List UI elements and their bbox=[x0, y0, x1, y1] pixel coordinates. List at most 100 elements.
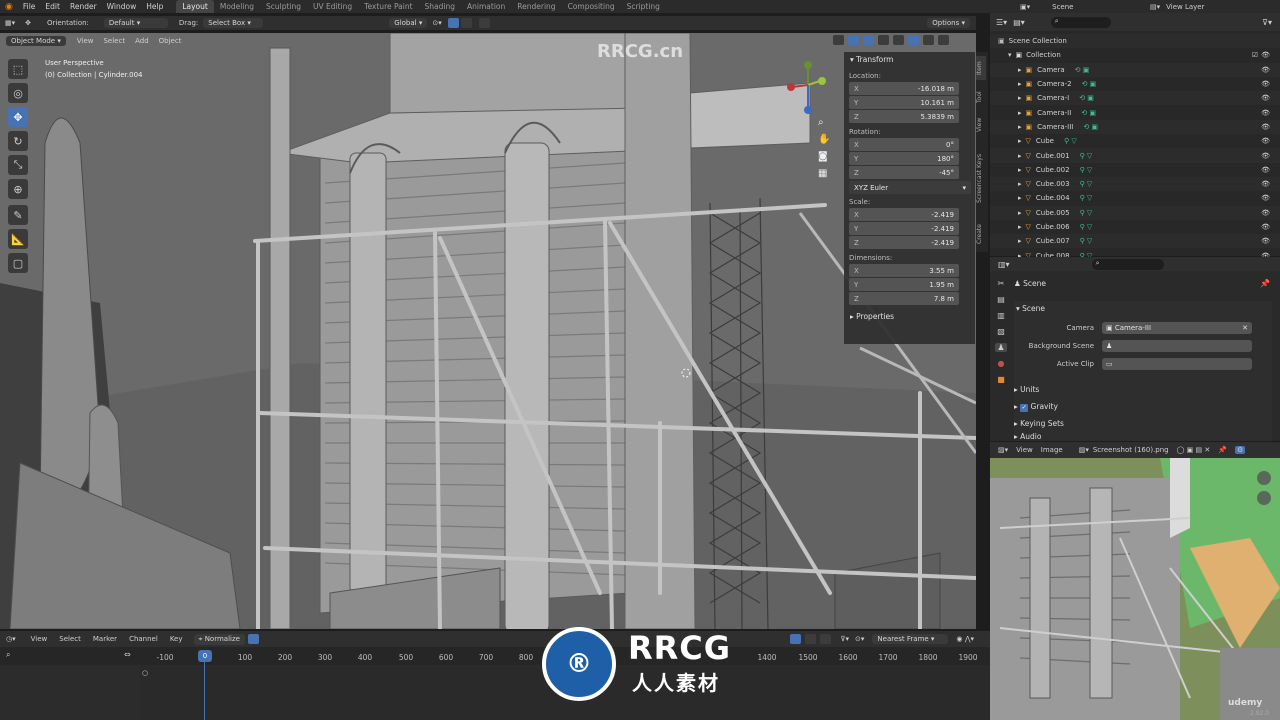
pin-icon[interactable]: 📌 bbox=[1218, 446, 1227, 454]
editor-type-icon[interactable]: ▦▾ bbox=[0, 18, 20, 28]
tab-compositing[interactable]: Compositing bbox=[562, 0, 621, 13]
current-frame-indicator[interactable]: 0 bbox=[198, 650, 212, 662]
timeline-menu-select[interactable]: Select bbox=[54, 634, 86, 644]
outliner-item[interactable]: ▸ ▽ Cube.005 ⚲ ▽ 👁 bbox=[990, 205, 1280, 220]
eye-icon[interactable]: 👁 bbox=[1261, 66, 1270, 74]
rotate-icon[interactable]: ↻ bbox=[8, 131, 28, 151]
menu-file[interactable]: File bbox=[18, 2, 41, 11]
camera-field[interactable]: ▣ Camera-III ✕ bbox=[1102, 322, 1252, 334]
gravity-checkbox[interactable]: ✓ bbox=[1020, 404, 1029, 412]
properties-search-field[interactable]: ⌕ bbox=[1091, 258, 1164, 270]
tab-scripting[interactable]: Scripting bbox=[621, 0, 666, 13]
tab-modeling[interactable]: Modeling bbox=[214, 0, 260, 13]
eye-icon[interactable]: 👁 bbox=[1261, 80, 1270, 88]
summary-keyframe-icon[interactable]: ○ bbox=[142, 669, 148, 677]
options-dropdown[interactable]: Options ▾ bbox=[927, 18, 970, 28]
view-layer-tab-icon[interactable]: ▧ bbox=[997, 327, 1005, 336]
snap-icon[interactable]: ⊙▾ bbox=[855, 635, 864, 643]
menu-window[interactable]: Window bbox=[102, 2, 142, 11]
cursor-icon[interactable]: ◎ bbox=[8, 83, 28, 103]
dimensions-x-field[interactable]: X 3.55 m bbox=[849, 264, 959, 277]
tab-sculpting[interactable]: Sculpting bbox=[260, 0, 307, 13]
outliner-item[interactable]: ▸ ▣ Camera-III ⟲ ▣ 👁 bbox=[990, 119, 1280, 135]
outliner-item[interactable]: ▸ ▽ Cube.007 ⚲ ▽ 👁 bbox=[990, 234, 1280, 249]
filter-icon[interactable]: ⊽▾ bbox=[1262, 18, 1272, 27]
measure-icon[interactable]: 📐 bbox=[8, 229, 28, 249]
properties-editor-icon[interactable]: ▥▾ bbox=[998, 260, 1010, 269]
outliner-search-field[interactable]: ⌕ bbox=[1050, 16, 1111, 28]
outliner-item[interactable]: ▸ ▽ Cube.006 ⚲ ▽ 👁 bbox=[990, 220, 1280, 234]
timeline-menu-marker[interactable]: Marker bbox=[88, 634, 122, 644]
expand-arrow-icon[interactable]: ▸ bbox=[1018, 123, 1022, 131]
rotation-z-field[interactable]: Z -45° bbox=[849, 166, 959, 179]
filter-icon[interactable]: ⊽▾ bbox=[840, 635, 849, 643]
tab-item[interactable]: Item bbox=[976, 56, 986, 80]
audio-section-header[interactable]: ▸ Audio bbox=[1014, 432, 1064, 440]
output-tab-icon[interactable]: ▥ bbox=[997, 311, 1005, 320]
scale-y-field[interactable]: Y -2.419 bbox=[849, 222, 959, 235]
object-tab-icon[interactable]: ■ bbox=[997, 375, 1005, 384]
rotation-x-field[interactable]: X 0° bbox=[849, 138, 959, 151]
outliner-item[interactable]: ▸ ▽ Cube.004 ⚲ ▽ 👁 bbox=[990, 191, 1280, 205]
select-box-icon[interactable]: ⬚ bbox=[8, 59, 28, 79]
eye-icon[interactable]: 👁 bbox=[1261, 166, 1270, 174]
world-tab-icon[interactable]: ● bbox=[998, 359, 1005, 368]
tab-layout[interactable]: Layout bbox=[176, 0, 214, 13]
units-section-header[interactable]: ▸ Units bbox=[1014, 381, 1064, 398]
pin-icon[interactable]: 📌 bbox=[1260, 279, 1270, 288]
active-clip-field[interactable]: ▭ bbox=[1102, 358, 1252, 370]
expand-arrow-icon[interactable]: ▸ bbox=[1018, 180, 1022, 188]
pan-hand-icon[interactable]: ✋ bbox=[818, 134, 830, 145]
object-mode-dropdown[interactable]: Object Mode ▾ bbox=[6, 36, 66, 46]
rendered-shading-icon[interactable] bbox=[938, 35, 949, 45]
view-layer-selector[interactable]: ▤▾ View Layer bbox=[1150, 0, 1205, 13]
transform-space-dropdown[interactable]: Global ▾ bbox=[389, 18, 428, 28]
browse-image-icon[interactable]: ▨▾ bbox=[1079, 446, 1089, 454]
tab-shading[interactable]: Shading bbox=[419, 0, 461, 13]
eye-icon[interactable]: 👁 bbox=[1261, 223, 1270, 231]
solid-shading-icon[interactable] bbox=[908, 35, 919, 45]
tab-uv-editing[interactable]: UV Editing bbox=[307, 0, 358, 13]
tool-tab-icon[interactable]: ✂ bbox=[998, 279, 1005, 288]
clear-icon[interactable]: ✕ bbox=[1242, 324, 1248, 332]
xray-icon[interactable] bbox=[878, 35, 889, 45]
expand-arrow-icon[interactable]: ▸ bbox=[1018, 152, 1022, 160]
expand-arrow-icon[interactable]: ▸ bbox=[1018, 137, 1022, 145]
sync-icon[interactable] bbox=[247, 634, 259, 644]
viewport-menu-view[interactable]: View bbox=[72, 36, 99, 46]
rotation-mode-dropdown[interactable]: XYZ Euler ▾ bbox=[849, 181, 971, 194]
dimensions-z-field[interactable]: Z 7.8 m bbox=[849, 292, 959, 305]
eye-icon[interactable]: 👁 bbox=[1261, 180, 1270, 188]
menu-help[interactable]: Help bbox=[141, 2, 168, 11]
3d-viewport[interactable]: RRCG.cn User Perspective (0) Collection … bbox=[0, 33, 976, 629]
ortho-toggle-icon[interactable]: ▦ bbox=[818, 168, 830, 179]
checkbox-icon[interactable]: ☑ bbox=[1252, 51, 1258, 59]
move-tool-icon[interactable]: ✥ bbox=[20, 18, 36, 28]
image-name[interactable]: Screenshot (160).png bbox=[1093, 446, 1169, 454]
blender-logo-icon[interactable]: ◉ bbox=[0, 2, 18, 12]
proportional-icon[interactable]: ◉ ⋀▾ bbox=[956, 635, 974, 643]
display-mode-icon[interactable]: ▤▾ bbox=[1013, 18, 1025, 27]
outliner-item[interactable]: ▸ ▣ Camera-II ⟲ ▣ 👁 bbox=[990, 105, 1280, 119]
pivot-icon[interactable]: ⊙▾ bbox=[427, 18, 446, 28]
expand-arrow-icon[interactable]: ▸ bbox=[1018, 209, 1022, 217]
tab-texture-paint[interactable]: Texture Paint bbox=[358, 0, 418, 13]
timeline-editor-icon[interactable]: ◷▾ bbox=[6, 635, 16, 643]
menu-render[interactable]: Render bbox=[65, 2, 102, 11]
expand-arrow-icon[interactable]: ▸ bbox=[1018, 94, 1022, 102]
drag-dropdown[interactable]: Select Box ▾ bbox=[203, 18, 264, 28]
eye-icon[interactable]: 👁 bbox=[1261, 123, 1270, 131]
gravity-section-header[interactable]: ▸ ✓ Gravity bbox=[1014, 398, 1064, 415]
image-menu-view[interactable]: View bbox=[1016, 446, 1033, 454]
scale-icon[interactable]: ⤡ bbox=[8, 155, 28, 175]
nearest-frame-dropdown[interactable]: Nearest Frame ▾ bbox=[872, 634, 949, 644]
playhead-line[interactable] bbox=[204, 662, 205, 720]
eye-icon[interactable]: 👁 bbox=[1261, 194, 1270, 202]
eye-icon[interactable]: 👁 bbox=[1261, 51, 1270, 59]
gizmo-icon[interactable] bbox=[848, 35, 859, 45]
scene-tab-icon[interactable]: ♟ bbox=[995, 343, 1007, 352]
render-tab-icon[interactable]: ▤ bbox=[997, 295, 1005, 304]
tab-create[interactable]: Create bbox=[976, 220, 986, 248]
tab-rendering[interactable]: Rendering bbox=[511, 0, 561, 13]
outliner-item[interactable]: ▸ ▽ Cube.003 ⚲ ▽ 👁 bbox=[990, 176, 1280, 192]
